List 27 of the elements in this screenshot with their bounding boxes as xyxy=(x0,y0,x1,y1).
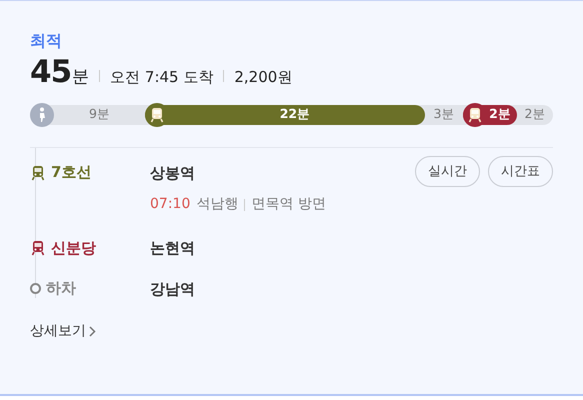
circle-icon xyxy=(30,283,41,294)
walking-icon xyxy=(30,102,54,126)
line-name: 하차 xyxy=(46,278,76,300)
chevron-right-icon xyxy=(89,326,96,337)
duration-unit: 분 xyxy=(72,66,90,89)
line-name: 7호선 xyxy=(51,162,92,184)
segment-duration: 3분 xyxy=(433,105,454,124)
line-name: 신분당 xyxy=(51,238,96,259)
duration-value: 45 xyxy=(30,55,72,90)
train-icon xyxy=(30,164,46,180)
schedule-button[interactable]: 실시간 xyxy=(415,156,480,187)
route-label: 최적 xyxy=(30,30,63,52)
station-name: 논현역 xyxy=(150,238,196,259)
direction-text: 면목역 방면 xyxy=(251,195,326,214)
departure-time: 07:10 xyxy=(150,195,190,214)
fare-text: 2,200원 xyxy=(234,67,292,88)
segment-duration: 9분 xyxy=(89,105,110,124)
arrival-time: 오전 7:45 도착 xyxy=(110,67,214,88)
schedule-button[interactable]: 시간표 xyxy=(488,156,553,187)
segment-duration: 2분 xyxy=(489,105,511,124)
details-link[interactable]: 상세보기 xyxy=(30,321,96,342)
station-name: 강남역 xyxy=(150,278,196,300)
destination-text: 석남행 xyxy=(196,195,238,214)
segment-duration: 22분 xyxy=(280,105,310,124)
train-icon xyxy=(30,240,46,256)
segment-duration: 2분 xyxy=(524,105,546,124)
station-name: 상봉역 xyxy=(150,162,196,184)
